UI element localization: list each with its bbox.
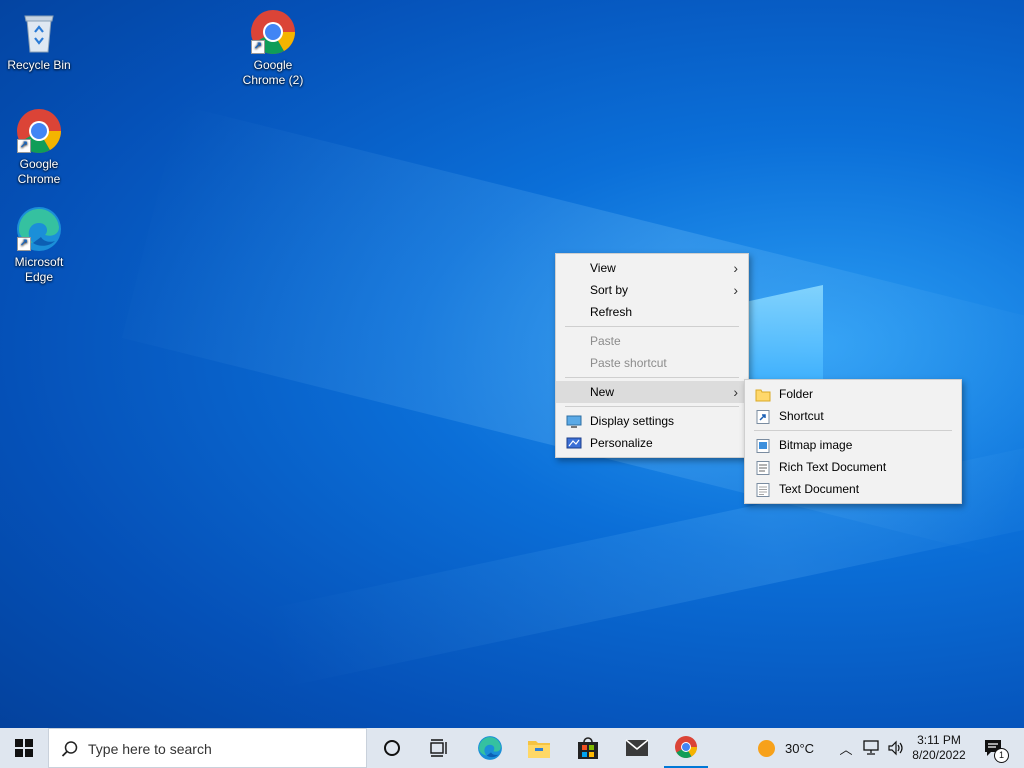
- chrome-icon: ↗: [249, 8, 297, 56]
- search-placeholder: Type here to search: [88, 741, 212, 757]
- taskbar-chrome[interactable]: [664, 728, 708, 768]
- volume-button[interactable]: [884, 728, 908, 768]
- show-hidden-icons-button[interactable]: ︿: [836, 728, 856, 768]
- network-button[interactable]: [859, 728, 883, 768]
- desktop-icon-label: Microsoft Edge: [14, 255, 64, 284]
- notification-count-badge: 1: [994, 748, 1009, 763]
- personalize-icon: [566, 436, 582, 450]
- desktop-icon-label: Recycle Bin: [7, 58, 71, 72]
- clock-time: 3:11 PM: [917, 733, 961, 747]
- folder-icon: [755, 387, 771, 402]
- menu-separator: [754, 430, 952, 431]
- menu-item-view[interactable]: View ›: [556, 257, 748, 279]
- chrome-icon: ↗: [15, 107, 63, 155]
- desktop-icon-google-chrome-2[interactable]: ↗ Google Chrome (2): [235, 8, 311, 88]
- chevron-right-icon: ›: [733, 282, 738, 298]
- sun-icon: [758, 739, 775, 757]
- menu-item-label: Sort by: [590, 283, 629, 297]
- chevron-right-icon: ›: [733, 260, 738, 276]
- taskbar-mail[interactable]: [615, 728, 659, 768]
- weather-widget[interactable]: 30°C: [758, 728, 832, 768]
- menu-item-label: View: [590, 261, 616, 275]
- shortcut-arrow-icon: ↗: [17, 139, 31, 153]
- store-icon: [578, 737, 598, 759]
- edge-icon: ↗: [15, 205, 63, 253]
- chrome-icon: [675, 736, 697, 758]
- menu-item-paste-shortcut: Paste shortcut: [556, 352, 748, 374]
- menu-item-new-rich-text-document[interactable]: Rich Text Document: [745, 456, 961, 478]
- recycle-bin-icon: [15, 8, 63, 56]
- new-submenu: Folder Shortcut Bitmap image Rich Text D…: [744, 379, 962, 504]
- menu-item-new-folder[interactable]: Folder: [745, 383, 961, 405]
- desktop-icon-label: Google Chrome (2): [242, 58, 304, 87]
- desktop-context-menu: View › Sort by › Refresh Paste Paste sho…: [555, 253, 749, 458]
- menu-item-label: Folder: [779, 387, 814, 401]
- shortcut-arrow-icon: ↗: [251, 40, 265, 54]
- menu-item-new-shortcut[interactable]: Shortcut: [745, 405, 961, 427]
- menu-item-label: Shortcut: [779, 409, 824, 423]
- bitmap-image-icon: [755, 438, 771, 453]
- menu-item-personalize[interactable]: Personalize: [556, 432, 748, 454]
- clock[interactable]: 3:11 PM 8/20/2022: [908, 728, 970, 768]
- cortana-button[interactable]: [370, 728, 414, 768]
- mail-icon: [625, 739, 649, 756]
- menu-separator: [565, 406, 739, 407]
- menu-item-label: Paste shortcut: [590, 356, 667, 370]
- weather-temperature: 30°C: [785, 740, 815, 756]
- speaker-icon: [888, 740, 903, 756]
- action-center-button[interactable]: 1: [978, 728, 1009, 768]
- task-view-icon: [430, 739, 447, 757]
- menu-item-label: Refresh: [590, 305, 633, 319]
- menu-item-label: Text Document: [779, 482, 860, 496]
- shortcut-icon: [755, 409, 771, 424]
- desktop[interactable]: Recycle Bin ↗ Google Chrome (2) ↗ Google…: [0, 0, 1024, 728]
- taskbar-store[interactable]: [566, 728, 610, 768]
- taskbar-file-explorer[interactable]: [517, 728, 561, 768]
- menu-item-new-bitmap-image[interactable]: Bitmap image: [745, 434, 961, 456]
- menu-item-paste: Paste: [556, 330, 748, 352]
- chevron-right-icon: ›: [733, 384, 738, 400]
- menu-item-label: Bitmap image: [779, 438, 853, 452]
- start-button[interactable]: [0, 728, 48, 768]
- menu-item-label: Personalize: [590, 436, 653, 450]
- file-explorer-icon: [528, 741, 550, 758]
- menu-separator: [565, 377, 739, 378]
- text-document-icon: [755, 482, 771, 497]
- menu-item-label: New: [590, 385, 615, 399]
- cortana-circle-icon: [384, 740, 400, 756]
- menu-item-label: Rich Text Document: [779, 460, 887, 474]
- taskbar: Type here to search 30°C ︿ 3:11 PM 8/20/…: [0, 728, 1024, 768]
- desktop-icon-microsoft-edge[interactable]: ↗ Microsoft Edge: [1, 205, 77, 285]
- menu-item-refresh[interactable]: Refresh: [556, 301, 748, 323]
- search-box[interactable]: Type here to search: [48, 728, 367, 768]
- menu-item-display-settings[interactable]: Display settings: [556, 410, 748, 432]
- menu-item-label: Paste: [590, 334, 621, 348]
- menu-item-new[interactable]: New ›: [556, 381, 748, 403]
- chevron-up-icon: ︿: [839, 741, 853, 757]
- clock-date: 8/20/2022: [912, 748, 966, 762]
- desktop-icon-label: Google Chrome: [17, 157, 61, 186]
- desktop-icon-google-chrome[interactable]: ↗ Google Chrome: [1, 107, 77, 187]
- desktop-icon-recycle-bin[interactable]: Recycle Bin: [1, 8, 77, 73]
- search-icon: [61, 741, 78, 757]
- rich-text-document-icon: [755, 460, 771, 475]
- menu-item-new-text-document[interactable]: Text Document: [745, 478, 961, 500]
- menu-separator: [565, 326, 739, 327]
- shortcut-arrow-icon: ↗: [17, 237, 31, 251]
- taskbar-edge[interactable]: [468, 728, 512, 768]
- menu-item-label: Display settings: [590, 414, 675, 428]
- task-view-button[interactable]: [417, 728, 461, 768]
- windows-logo-icon: [15, 739, 33, 757]
- network-icon: [863, 740, 879, 755]
- menu-item-sort-by[interactable]: Sort by ›: [556, 279, 748, 301]
- display-settings-icon: [566, 414, 582, 428]
- edge-icon: [478, 736, 502, 760]
